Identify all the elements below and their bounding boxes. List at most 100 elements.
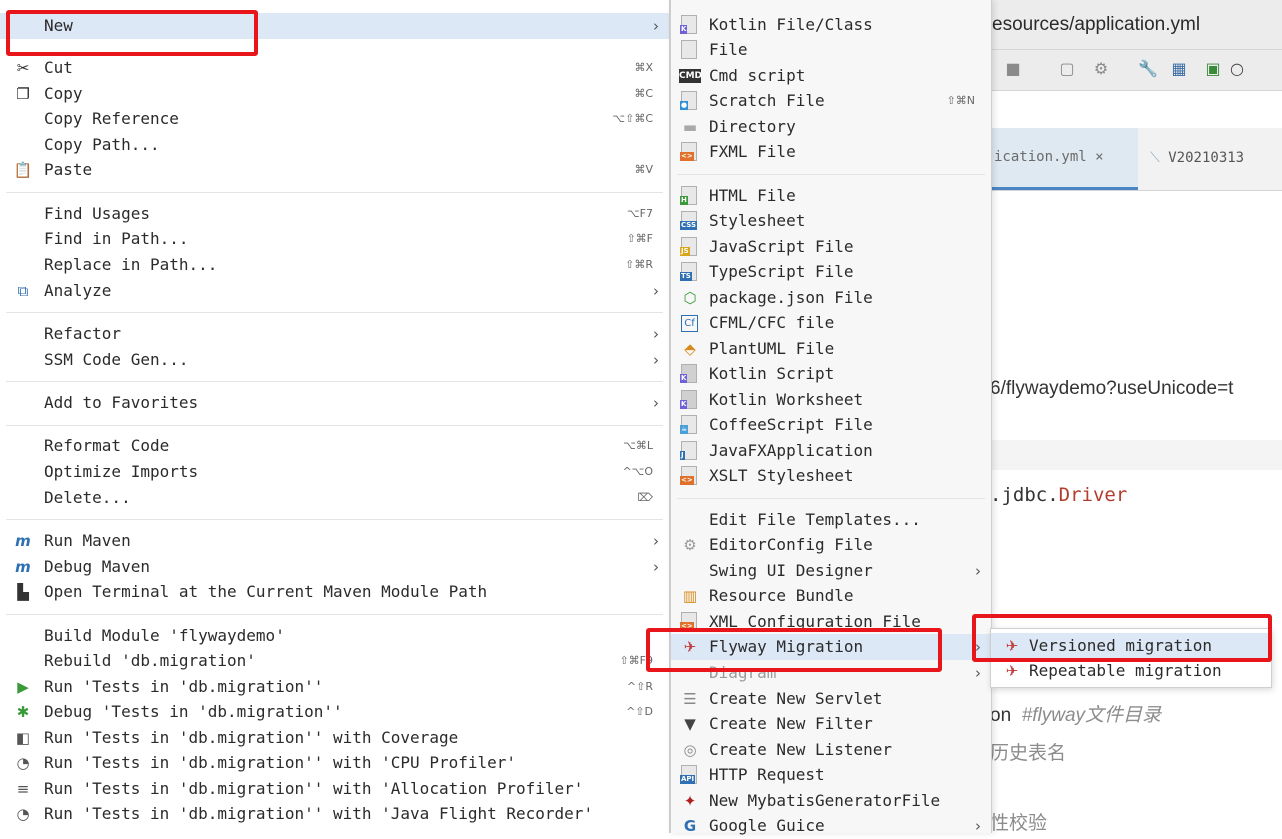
javafx-icon: J	[680, 441, 697, 460]
chevron-right-icon: ›	[975, 817, 981, 835]
wrench-icon[interactable]: 🔧	[1138, 60, 1158, 78]
annotation-flyway-migration	[646, 628, 942, 672]
coverage-run-icon[interactable]: ▢	[1058, 60, 1076, 78]
menu-item-javafx-application[interactable]: J JavaFXApplication	[671, 438, 991, 464]
menu-item-ssm-code-gen[interactable]: SSM Code Gen... ›	[0, 347, 669, 373]
menu-item-optimize-imports[interactable]: Optimize Imports ^⌥O	[0, 459, 669, 485]
code-line-driver: .jdbc.Driver	[990, 484, 1128, 506]
menu-item-delete[interactable]: Delete... ⌦	[0, 485, 669, 511]
menu-item-create-new-listener[interactable]: ◎ Create New Listener	[671, 737, 991, 763]
menu-item-run-cpu-profiler[interactable]: ◔ Run 'Tests in 'db.migration'' with 'CPU…	[0, 750, 669, 776]
menu-item-resource-bundle[interactable]: ▥ Resource Bundle	[671, 583, 991, 609]
coffeescript-icon: ☕	[680, 415, 697, 434]
menu-item-http-request[interactable]: API HTTP Request	[671, 762, 991, 788]
menu-separator	[6, 425, 663, 426]
menu-item-run-tests[interactable]: ▶ Run 'Tests in 'db.migration'' ^⇧R	[0, 674, 669, 700]
cmd-icon: CMD	[679, 69, 703, 83]
tab-migration-sql[interactable]: ⟍ V20210313	[1142, 128, 1282, 190]
js-file-icon: JS	[680, 237, 697, 256]
chevron-right-icon: ›	[653, 394, 659, 412]
mybatis-icon: ✦	[683, 792, 697, 810]
cfml-icon: Cf	[681, 315, 698, 332]
menu-item-build-module[interactable]: Build Module 'flywaydemo'	[0, 623, 669, 649]
flyway-icon: ✈	[1005, 662, 1019, 680]
menu-separator	[677, 498, 985, 499]
run-icon: ▶	[17, 678, 29, 696]
menu-item-new-mybatis-generator-file[interactable]: ✦ New MybatisGeneratorFile	[671, 788, 991, 814]
menu-item-analyze[interactable]: ⧉ Analyze ›	[0, 278, 669, 304]
menu-item-find-in-path[interactable]: Find in Path... ⇧⌘F	[0, 226, 669, 252]
menu-item-run-coverage[interactable]: ◧ Run 'Tests in 'db.migration'' with Cove…	[0, 725, 669, 751]
menu-item-cut[interactable]: ✂ Cut ⌘X	[0, 55, 669, 81]
gear-icon: ⚙	[683, 536, 697, 554]
menu-item-plantuml-file[interactable]: ⬘ PlantUML File	[671, 336, 991, 362]
context-menu: New › ✂ Cut ⌘X ❐ Copy ⌘C Copy Reference ⌥⇧⌘C C…	[0, 0, 670, 833]
terminal-icon: ▙	[17, 583, 29, 601]
copy-icon: ❐	[16, 85, 30, 103]
menu-item-run-flight-recorder[interactable]: ◔ Run 'Tests in 'db.migration'' with 'Jav…	[0, 801, 669, 827]
xslt-icon: <>	[680, 466, 697, 485]
css-file-icon: CSS	[680, 211, 698, 230]
menu-item-google-guice[interactable]: G Google Guice ›	[671, 813, 991, 839]
menu-item-javascript-file[interactable]: JS JavaScript File	[671, 234, 991, 260]
menu-item-html-file[interactable]: H HTML File	[671, 183, 991, 209]
menu-item-find-usages[interactable]: Find Usages ⌥F7	[0, 201, 669, 227]
ts-file-icon: TS	[680, 262, 697, 281]
menu-item-run-allocation-profiler[interactable]: ≡ Run 'Tests in 'db.migration'' with 'All…	[0, 776, 669, 802]
menu-item-xslt-stylesheet[interactable]: <> XSLT Stylesheet	[671, 463, 991, 489]
tab-label: V20210313	[1168, 150, 1245, 166]
menu-item-copy[interactable]: ❐ Copy ⌘C	[0, 81, 669, 107]
search-icon[interactable]: ○	[1228, 60, 1246, 78]
menu-item-cfml-file[interactable]: Cf CFML/CFC file	[671, 310, 991, 336]
menu-item-cmd-script[interactable]: CMD Cmd script	[671, 63, 991, 89]
google-icon: G	[683, 817, 697, 835]
menu-item-edit-file-templates[interactable]: Edit File Templates...	[671, 507, 991, 533]
chevron-right-icon: ›	[975, 562, 981, 580]
coverage-icon: ◧	[15, 729, 31, 747]
menu-item-debug-tests[interactable]: ✱ Debug 'Tests in 'db.migration'' ^⇧D	[0, 699, 669, 725]
html-file-icon: H	[680, 186, 697, 205]
kotlin-worksheet-icon: K	[680, 390, 697, 409]
menu-item-run-maven[interactable]: m Run Maven ›	[0, 528, 669, 554]
menu-item-kotlin-file[interactable]: K Kotlin File/Class	[671, 12, 991, 38]
menu-item-kotlin-worksheet[interactable]: K Kotlin Worksheet	[671, 387, 991, 413]
menu-item-kotlin-script[interactable]: K Kotlin Script	[671, 361, 991, 387]
project-structure-icon[interactable]: ▦	[1170, 60, 1188, 78]
menu-item-stylesheet[interactable]: CSS Stylesheet	[671, 208, 991, 234]
menu-item-coffeescript-file[interactable]: ☕ CoffeeScript File	[671, 412, 991, 438]
menu-item-add-to-favorites[interactable]: Add to Favorites ›	[0, 390, 669, 416]
menu-item-refactor[interactable]: Refactor ›	[0, 321, 669, 347]
menu-item-create-new-servlet[interactable]: ☰ Create New Servlet	[671, 686, 991, 712]
stop-icon[interactable]: ■	[1004, 60, 1022, 78]
api-icon: API	[680, 765, 697, 784]
menu-item-editorconfig-file[interactable]: ⚙ EditorConfig File	[671, 532, 991, 558]
menu-item-replace-in-path[interactable]: Replace in Path... ⇧⌘R	[0, 252, 669, 278]
annotation-versioned-migration	[972, 614, 1272, 662]
chevron-right-icon: ›	[653, 282, 659, 300]
menu-separator	[677, 174, 985, 175]
menu-item-fxml-file[interactable]: <> FXML File	[671, 139, 991, 165]
chevron-right-icon: ›	[975, 664, 981, 682]
terminal-run-icon[interactable]: ▣	[1204, 60, 1222, 78]
menu-item-copy-path[interactable]: Copy Path...	[0, 132, 669, 158]
menu-item-open-terminal[interactable]: ▙ Open Terminal at the Current Maven Modu…	[0, 579, 669, 605]
menu-item-scratch-file[interactable]: ● Scratch File ⇧⌘N	[671, 88, 991, 114]
profile-icon[interactable]: ⚙	[1092, 60, 1110, 78]
allocation-icon: ≡	[16, 780, 30, 798]
menu-item-debug-maven[interactable]: m Debug Maven ›	[0, 554, 669, 580]
sql-file-icon: ⟍	[1150, 150, 1160, 166]
analyze-icon: ⧉	[17, 282, 29, 300]
menu-item-copy-reference[interactable]: Copy Reference ⌥⇧⌘C	[0, 106, 669, 132]
menu-item-typescript-file[interactable]: TS TypeScript File	[671, 259, 991, 285]
flight-recorder-icon: ◔	[16, 805, 30, 823]
menu-item-directory[interactable]: ▬ Directory	[671, 114, 991, 140]
menu-separator	[6, 192, 663, 193]
menu-item-package-json[interactable]: ⬡ package.json File	[671, 285, 991, 311]
menu-item-reformat-code[interactable]: Reformat Code ⌥⌘L	[0, 433, 669, 459]
menu-item-rebuild[interactable]: Rebuild 'db.migration' ⇧⌘F9	[0, 648, 669, 674]
menu-item-paste[interactable]: 📋 Paste ⌘V	[0, 157, 669, 183]
menu-item-swing-ui-designer[interactable]: Swing UI Designer ›	[671, 558, 991, 584]
menu-item-file[interactable]: File	[671, 37, 991, 63]
menu-item-create-new-filter[interactable]: ▼ Create New Filter	[671, 711, 991, 737]
file-icon	[681, 40, 697, 59]
